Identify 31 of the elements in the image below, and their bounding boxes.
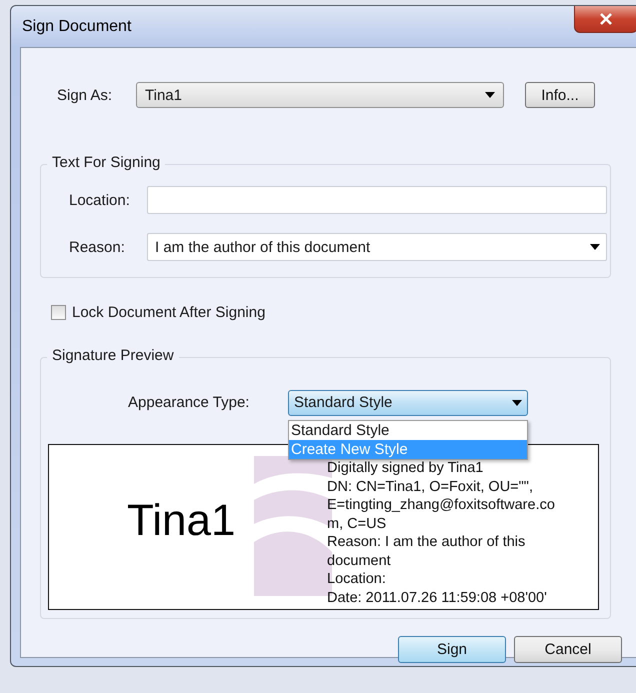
signature-detail-line: Digitally signed by Tina1 xyxy=(327,459,484,478)
sign-as-dropdown[interactable]: Tina1 xyxy=(136,82,504,108)
signature-detail-line: Date: 2011.07.26 11:59:08 +08'00' xyxy=(327,588,548,607)
location-field[interactable] xyxy=(147,186,607,214)
caret-icon xyxy=(512,400,522,406)
signature-detail-line: E=tingting_zhang@foxitsoftware.co xyxy=(327,496,555,514)
dialog-button[interactable]: Sign xyxy=(398,636,506,663)
location-label: Location: xyxy=(69,192,131,208)
sign-as-label: Sign As: xyxy=(57,86,114,104)
group-title: Text For Signing xyxy=(47,154,166,171)
caret-icon xyxy=(485,92,495,98)
signature-detail-line: Reason: I am the author of this xyxy=(327,533,526,552)
lock-checkbox-label: Lock Document After Signing xyxy=(72,304,266,320)
close-icon xyxy=(599,13,613,25)
window-title: Sign Document xyxy=(22,18,132,36)
reason-label: Reason: xyxy=(69,238,126,256)
group-title: Signature Preview xyxy=(47,347,179,364)
appearance-type-label: Appearance Type: xyxy=(128,394,250,411)
info-button[interactable]: Info... xyxy=(525,82,595,108)
lock-checkbox[interactable] xyxy=(51,304,66,320)
signature-detail-line: m, C=US xyxy=(327,514,388,533)
caret-icon xyxy=(590,244,600,250)
signature-detail-line: Location: xyxy=(327,570,387,588)
signature-detail-line: document xyxy=(327,552,392,570)
close-button[interactable] xyxy=(574,6,636,33)
dropdown-option[interactable]: Standard Style xyxy=(289,420,527,440)
appearance-type-dropdown[interactable]: Standard Style xyxy=(288,390,528,416)
reason-dropdown[interactable]: I am the author of this document xyxy=(147,233,607,261)
signature-detail-line: DN: CN=Tina1, O=Foxit, OU="", xyxy=(327,478,534,496)
signature-name: Tina1 xyxy=(127,496,236,546)
dialog-button[interactable]: Cancel xyxy=(514,636,622,663)
